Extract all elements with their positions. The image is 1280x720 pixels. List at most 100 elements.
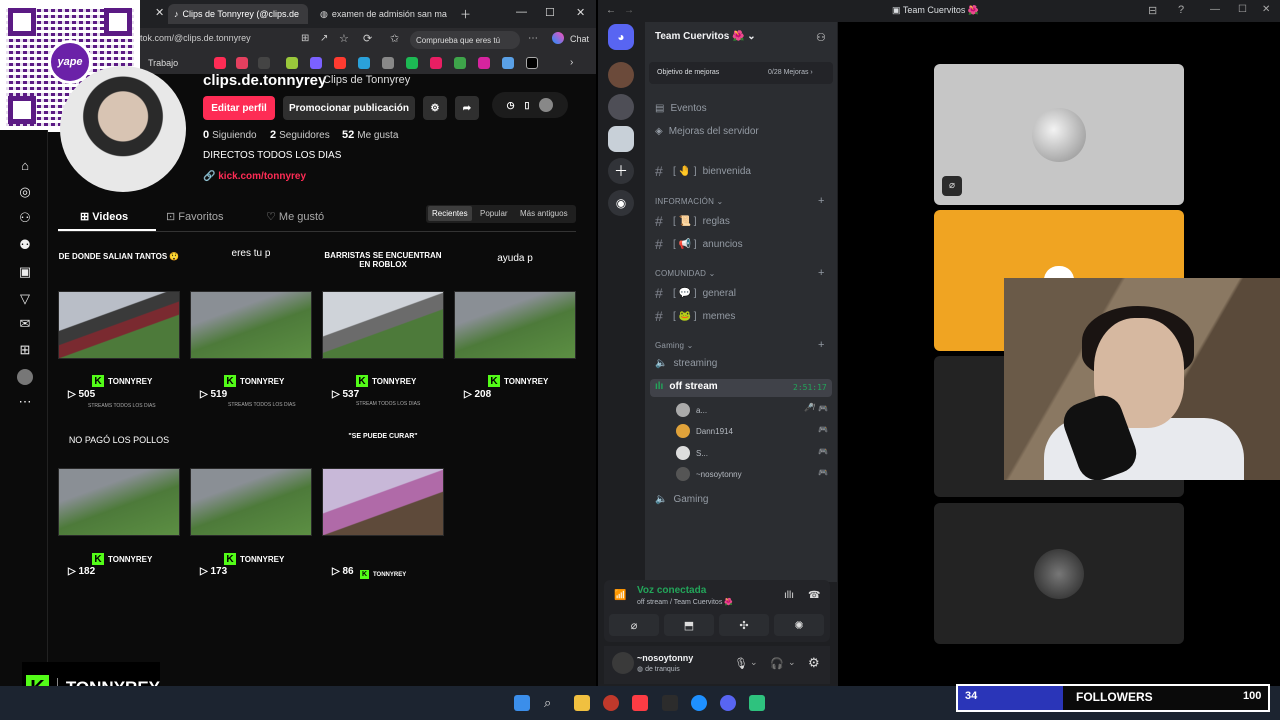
chevron-right-icon[interactable]: › bbox=[570, 57, 573, 68]
minimize-icon[interactable]: — bbox=[516, 6, 527, 18]
video-thumbnail[interactable] bbox=[454, 291, 576, 359]
video-thumbnail[interactable] bbox=[190, 468, 312, 536]
headphones-icon[interactable]: 🎧 bbox=[770, 657, 784, 670]
reader-icon[interactable]: ⊞ bbox=[301, 33, 309, 44]
instagram-icon[interactable] bbox=[478, 57, 490, 69]
channel-off-stream[interactable]: ılı off stream bbox=[655, 381, 718, 392]
add-server-icon[interactable]: ＋ bbox=[608, 158, 634, 184]
spotify-icon[interactable] bbox=[406, 57, 418, 69]
add-channel-icon[interactable]: + bbox=[818, 339, 824, 351]
folder-icon[interactable] bbox=[574, 695, 590, 711]
kick-icon[interactable] bbox=[214, 57, 226, 69]
category-comunidad[interactable]: COMUNIDAD ⌄ bbox=[655, 269, 715, 278]
server-avatar[interactable] bbox=[608, 94, 634, 120]
profile-link[interactable]: 🔗 kick.com/tonnyrey bbox=[203, 171, 306, 182]
chat-label[interactable]: Chat bbox=[570, 34, 589, 44]
favorites-icon[interactable]: ✩ bbox=[390, 32, 399, 45]
friends-icon[interactable]: ⚉ bbox=[17, 237, 33, 253]
server-avatar-active[interactable] bbox=[608, 126, 634, 152]
tab-exam[interactable]: ◍ examen de admisión san ma ✕ bbox=[314, 4, 454, 24]
voice-user[interactable]: ~nosoytonny bbox=[676, 467, 742, 481]
clock-icon[interactable]: ◷ bbox=[507, 100, 515, 111]
video-thumbnail[interactable] bbox=[322, 291, 444, 359]
camera-off-icon[interactable]: ⌀ bbox=[609, 614, 659, 636]
cloud-icon[interactable] bbox=[502, 57, 514, 69]
user-settings-icon[interactable]: ⚙ bbox=[808, 655, 820, 671]
edge-icon[interactable] bbox=[691, 695, 707, 711]
bookmark-trabajo[interactable]: Trabajo bbox=[148, 58, 178, 68]
signal-icon[interactable]: 📶 bbox=[614, 590, 626, 601]
tab-favorites[interactable]: ⊡ Favoritos bbox=[166, 210, 224, 223]
noise-suppression-icon[interactable]: ıllı bbox=[784, 590, 794, 601]
minimize-icon[interactable]: — bbox=[1210, 4, 1220, 15]
tab-liked[interactable]: ♡ Me gustó bbox=[266, 210, 324, 223]
voice-user[interactable]: a... bbox=[676, 403, 707, 417]
close-icon[interactable]: ✕ bbox=[155, 6, 164, 19]
close-window-icon[interactable]: ✕ bbox=[1262, 4, 1270, 15]
video-thumbnail[interactable] bbox=[58, 291, 180, 359]
add-channel-icon[interactable]: + bbox=[818, 267, 824, 279]
refresh-icon[interactable]: ⟳ bbox=[363, 32, 372, 45]
disconnect-icon[interactable]: ☎ bbox=[808, 590, 820, 601]
back-arrow-icon[interactable]: ← bbox=[606, 5, 616, 16]
more-icon[interactable]: ⋯ bbox=[17, 394, 33, 410]
voice-user[interactable]: Dann1914 bbox=[676, 424, 733, 438]
channel-bienvenida[interactable]: #[ 🤚 ] bienvenida bbox=[655, 163, 751, 179]
phone-icon[interactable]: ▯ bbox=[524, 100, 529, 111]
sort-oldest[interactable]: Más antiguos bbox=[520, 209, 568, 218]
telegram-icon[interactable] bbox=[358, 57, 370, 69]
mini-avatar[interactable] bbox=[539, 98, 554, 112]
promote-button[interactable]: Promocionar publicación bbox=[283, 96, 415, 120]
channel-streaming[interactable]: 🔈 streaming bbox=[655, 358, 717, 369]
url-text[interactable]: tok.com/@clips.de.tonnyrey bbox=[140, 33, 251, 43]
live-icon[interactable]: ▣ bbox=[17, 264, 33, 280]
profile-verify-button[interactable]: Comprueba que eres tú bbox=[410, 31, 520, 49]
inbox-icon[interactable]: ⊟ bbox=[1148, 4, 1157, 17]
sort-popular[interactable]: Popular bbox=[480, 209, 508, 218]
chevron-down-icon[interactable]: ⌄ bbox=[750, 657, 758, 668]
search-icon[interactable]: ⌕ bbox=[544, 695, 560, 711]
new-tab-icon[interactable]: ＋ bbox=[460, 6, 471, 22]
green-app-icon[interactable] bbox=[286, 57, 298, 69]
grid-app-icon[interactable] bbox=[454, 57, 466, 69]
upload-icon[interactable]: ▽ bbox=[17, 291, 33, 307]
add-channel-icon[interactable]: + bbox=[818, 195, 824, 207]
tv-icon[interactable] bbox=[258, 57, 270, 69]
discover-icon[interactable]: ◉ bbox=[608, 190, 634, 216]
x-icon[interactable] bbox=[526, 57, 538, 69]
maximize-icon[interactable]: ☐ bbox=[545, 6, 555, 19]
participant-tile[interactable]: ⌀ bbox=[934, 64, 1184, 205]
channel-general[interactable]: #[ 💬 ] general bbox=[655, 285, 736, 301]
server-name[interactable]: Team Cuervitos 🌺 ⌄ bbox=[655, 31, 756, 42]
voice-location[interactable]: off stream / Team Cuervitos 🌺 bbox=[637, 598, 733, 606]
obs-icon[interactable] bbox=[603, 695, 619, 711]
channel-gaming-voice[interactable]: 🔈 Gaming bbox=[655, 494, 708, 505]
discord-home-icon[interactable]: ◕ bbox=[608, 24, 634, 50]
sort-recent[interactable]: Recientes bbox=[428, 206, 472, 221]
screen-share-icon[interactable]: ⬒ bbox=[664, 614, 714, 636]
following-icon[interactable]: ⚇ bbox=[17, 210, 33, 226]
add-icon[interactable]: ⊞ bbox=[17, 342, 33, 358]
user-name[interactable]: ~nosoytonny bbox=[637, 653, 693, 663]
copilot-icon[interactable] bbox=[552, 32, 564, 44]
stat-following[interactable]: 0 Siguiendo bbox=[203, 129, 257, 141]
channel-memes[interactable]: #[ 🐸 ] memes bbox=[655, 308, 735, 324]
video-thumbnail[interactable] bbox=[58, 468, 180, 536]
video-thumbnail[interactable] bbox=[322, 468, 444, 536]
round-app-icon[interactable] bbox=[382, 57, 394, 69]
chevron-down-icon[interactable]: ⌄ bbox=[788, 657, 796, 668]
music-icon[interactable] bbox=[236, 57, 248, 69]
channel-reglas[interactable]: #[ 📜 ] reglas bbox=[655, 213, 730, 229]
user-avatar[interactable] bbox=[612, 652, 634, 674]
video-thumbnail[interactable] bbox=[190, 291, 312, 359]
stat-followers[interactable]: 2 Seguidores bbox=[270, 129, 330, 141]
close-window-icon[interactable]: ✕ bbox=[576, 6, 585, 19]
forward-arrow-icon[interactable]: → bbox=[624, 5, 634, 16]
microphone-icon[interactable]: 🎙 bbox=[734, 657, 748, 670]
server-boosts-item[interactable]: ◈ Mejoras del servidor bbox=[655, 126, 759, 137]
red-app-icon[interactable] bbox=[334, 57, 346, 69]
feather-icon[interactable] bbox=[310, 57, 322, 69]
voice-user[interactable]: S... bbox=[676, 446, 708, 460]
more-icon[interactable]: ⋯ bbox=[528, 33, 538, 44]
maximize-icon[interactable]: ☐ bbox=[1238, 4, 1247, 15]
